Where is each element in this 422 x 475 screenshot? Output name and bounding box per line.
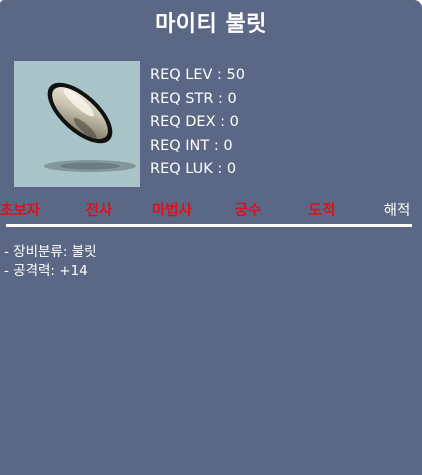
- bullet-icon: [44, 82, 136, 172]
- req-int: REQ INT : 0: [150, 137, 233, 154]
- job-pirate: 해적: [383, 203, 411, 219]
- req-dex: REQ DEX : 0: [150, 114, 239, 130]
- item-details: - 장비분류: 불릿 - 공격력: +14: [4, 243, 97, 280]
- req-luk: REQ LUK : 0: [150, 161, 237, 177]
- divider: [6, 224, 412, 227]
- detail-attack: - 공격력: +14: [4, 262, 88, 279]
- req-level: REQ LEV : 50: [150, 67, 245, 83]
- job-thief: 도적: [308, 203, 336, 219]
- req-str: REQ STR : 0: [150, 90, 237, 107]
- item-image: [14, 61, 140, 187]
- job-bowman: 궁수: [234, 203, 262, 219]
- item-name: 마이티 불릿: [155, 12, 267, 37]
- job-warrior: 전사: [85, 203, 113, 219]
- requirements-list: REQ LEV : 50 REQ STR : 0 REQ DEX : 0 REQ…: [150, 64, 245, 182]
- job-list: 초보자 전사 마법사 궁수 도적 해적: [0, 199, 422, 221]
- job-beginner: 초보자: [0, 203, 41, 219]
- item-tooltip: 마이티 불릿 REQ LEV : 50 REQ STR : 0 REQ DEX …: [0, 0, 422, 475]
- job-magician: 마법사: [151, 203, 193, 219]
- detail-category: - 장비분류: 불릿: [4, 244, 97, 260]
